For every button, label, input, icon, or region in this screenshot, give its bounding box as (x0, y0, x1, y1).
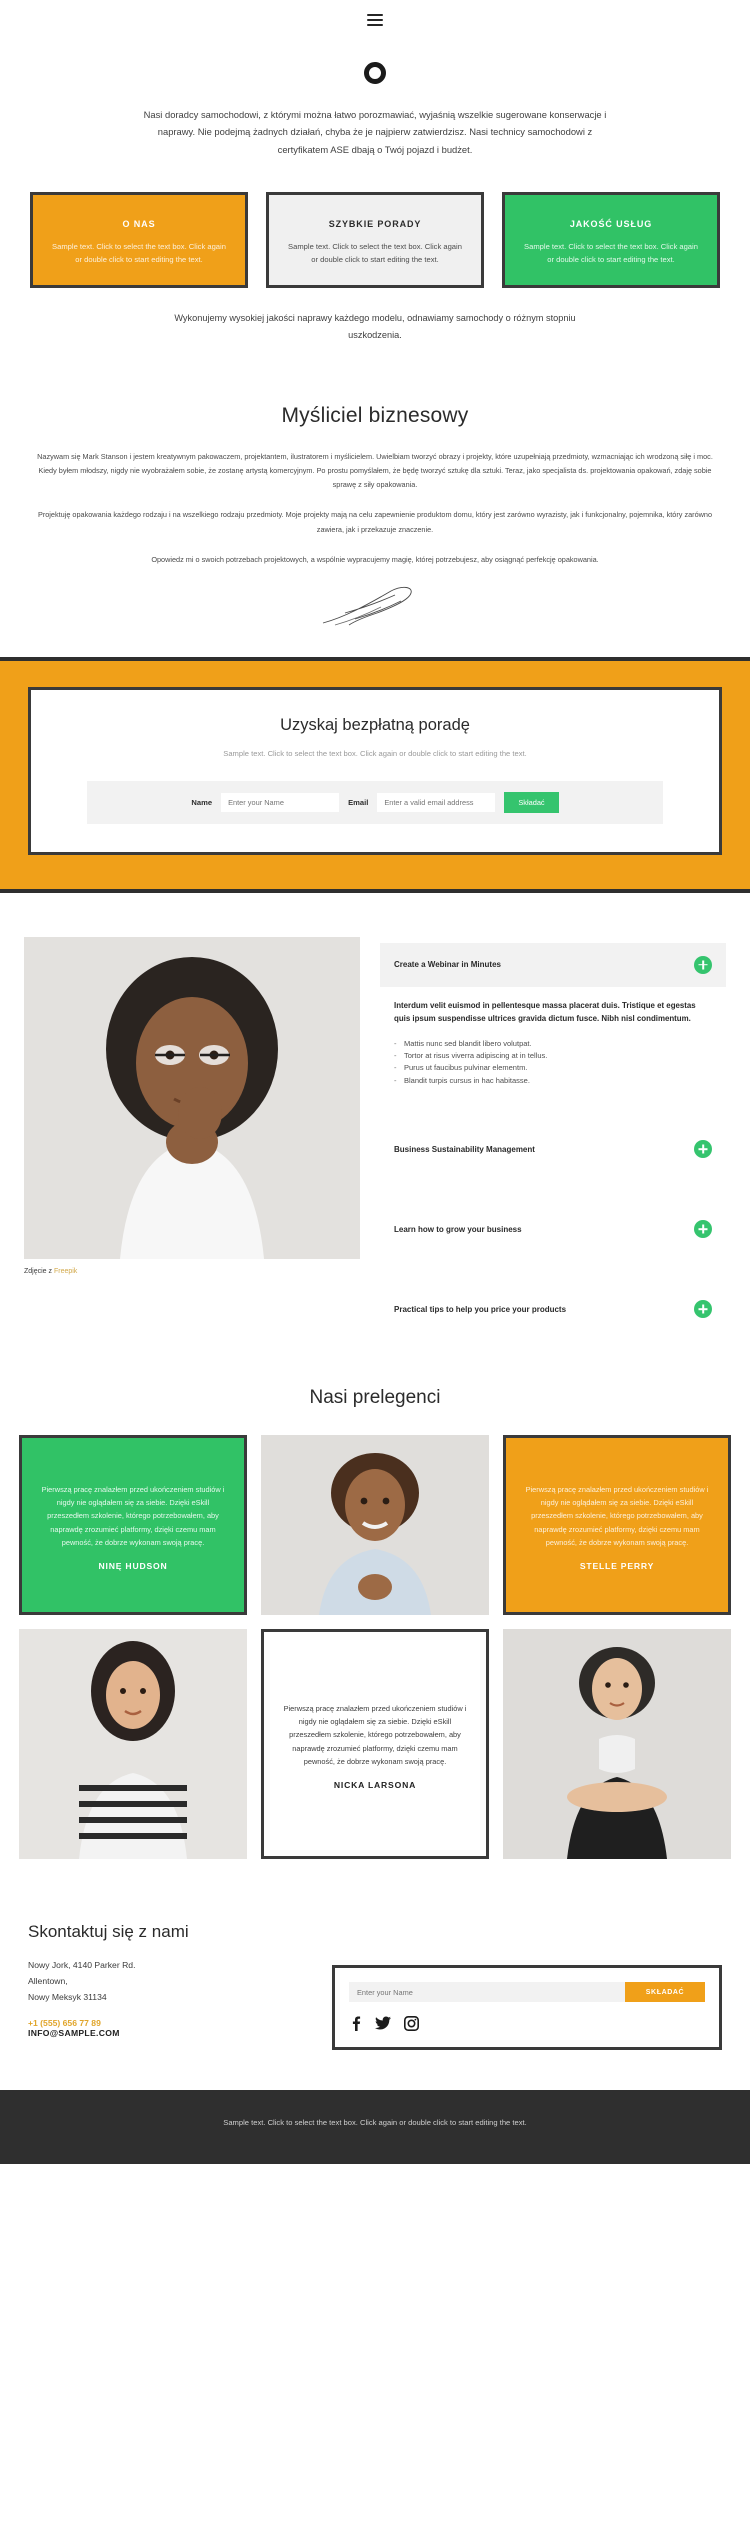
card-body: Sample text. Click to select the text bo… (288, 242, 462, 265)
advice-subtext: Sample text. Click to select the text bo… (223, 749, 527, 759)
name-input[interactable] (221, 792, 340, 812)
name-label: Name (191, 797, 213, 807)
plus-circle-icon[interactable] (694, 1140, 712, 1159)
plus-circle-icon[interactable] (694, 955, 712, 974)
social-links (349, 2015, 705, 2032)
card-title: SZYBKIE PORADY (328, 219, 422, 230)
photo-credit: Zdjęcie z Freepik (24, 1268, 360, 1275)
hero-paragraph: Nasi doradcy samochodowi, z którymi możn… (143, 109, 607, 155)
thinker-section: Myśliciel biznesowy Nazywam się Mark Sta… (0, 344, 750, 639)
advice-submit-button[interactable]: Składać (504, 791, 559, 813)
email-input[interactable] (377, 792, 496, 812)
card-o-nas[interactable]: O NAS Sample text. Click to select the t… (30, 192, 248, 288)
webinar-section: Zdjęcie z Freepik Create a Webinar in Mi… (0, 893, 750, 1331)
list-item: Blandit turpis cursus in hac habitasse. (394, 1075, 712, 1088)
advice-form: Name Email Składać (87, 780, 663, 824)
contact-phone[interactable]: +1 (555) 656 77 89 (28, 2018, 308, 2028)
accordion-item-title: Practical tips to help you price your pr… (394, 1304, 567, 1314)
accordion-item-3-header[interactable]: Practical tips to help you price your pr… (380, 1287, 726, 1331)
email-label: Email (348, 797, 369, 807)
speaker-name: NINĘ HUDSON (98, 1561, 168, 1572)
webinar-photo-column: Zdjęcie z Freepik (24, 936, 360, 1275)
list-item: Tortor at risus viverra adipiscing at in… (394, 1050, 712, 1063)
cards-note: Wykonujemy wysokiej jakości naprawy każd… (174, 312, 576, 340)
contact-email[interactable]: INFO@SAMPLE.COM (28, 2028, 308, 2038)
address-line-2: Allentown, (28, 1975, 68, 1986)
speakers-heading: Nasi prelegenci (309, 1387, 441, 1409)
subscribe-form: SKŁADAĆ (349, 1982, 705, 2003)
speaker-quote-text: Pierwszą pracę znalazłem przed ukończeni… (41, 1484, 225, 1548)
card-title: O NAS (122, 219, 156, 230)
instagram-icon[interactable] (404, 2015, 419, 2031)
thinker-paragraph-2: Projektuję opakowania każdego rodzaju i … (37, 510, 713, 534)
advice-heading: Uzyskaj bezpłatną poradę (280, 716, 470, 735)
freepik-link[interactable]: Freepik (54, 1268, 77, 1275)
address-line-3: Nowy Meksyk 31134 (28, 1991, 107, 2002)
accordion-item-title: Learn how to grow your business (394, 1224, 522, 1234)
woman-arms-crossed-photo (503, 1629, 731, 1860)
speakers-grid: Pierwszą pracę znalazłem przed ukończeni… (0, 1435, 750, 1860)
speaker-quote-nicka-larsona[interactable]: Pierwszą pracę znalazłem przed ukończeni… (261, 1629, 489, 1860)
footer-text: Sample text. Click to select the text bo… (223, 2118, 527, 2128)
twitter-icon[interactable] (375, 2015, 391, 2031)
accordion: Create a Webinar in Minutes Interdum vel… (380, 937, 726, 1331)
site-header (0, 0, 750, 40)
hero-section: Nasi doradcy samochodowi, z którymi możn… (0, 40, 750, 166)
speaker-quote-text: Pierwszą pracę znalazłem przed ukończeni… (283, 1703, 467, 1767)
woman-thinking-photo (24, 936, 360, 1259)
contact-heading: Skontaktuj się z nami (28, 1922, 189, 1942)
speaker-quote-nine-hudson[interactable]: Pierwszą pracę znalazłem przed ukończeni… (19, 1435, 247, 1616)
accordion-item-1-header[interactable]: Business Sustainability Management (380, 1127, 726, 1171)
signature-icon (315, 583, 435, 629)
facebook-icon[interactable] (349, 2015, 362, 2032)
advice-card: Uzyskaj bezpłatną poradę Sample text. Cl… (28, 687, 722, 855)
hamburger-menu-icon[interactable] (367, 11, 383, 29)
subscribe-name-input[interactable] (349, 1982, 625, 2003)
speaker-quote-text: Pierwszą pracę znalazłem przed ukończeni… (525, 1484, 709, 1548)
thinker-heading: Myśliciel biznesowy (281, 403, 469, 427)
circle-logo-icon (364, 62, 386, 84)
thinker-paragraph-1: Nazywam się Mark Stanson i jestem kreaty… (37, 451, 713, 490)
contact-section: Skontaktuj się z nami Nowy Jork, 4140 Pa… (0, 1859, 750, 2090)
contact-info: Skontaktuj się z nami Nowy Jork, 4140 Pa… (28, 1921, 308, 2038)
card-jakosc-uslug[interactable]: JAKOŚĆ USŁUG Sample text. Click to selec… (502, 192, 720, 288)
card-title: JAKOŚĆ USŁUG (569, 219, 653, 230)
list-item: Purus ut faucibus pulvinar elementm. (394, 1062, 712, 1075)
site-footer: Sample text. Click to select the text bo… (0, 2090, 750, 2164)
accordion-item-title: Create a Webinar in Minutes (394, 960, 501, 970)
subscribe-box: SKŁADAĆ (332, 1965, 722, 2051)
plus-circle-icon[interactable] (694, 1220, 712, 1239)
card-body: Sample text. Click to select the text bo… (52, 242, 226, 265)
accordion-item-0-body: Interdum velit euismod in pellentesque m… (380, 987, 726, 1091)
accordion-item-2-header[interactable]: Learn how to grow your business (380, 1207, 726, 1251)
credit-prefix: Zdjęcie z (24, 1267, 54, 1275)
speaker-name: NICKA LARSONA (333, 1780, 417, 1791)
speaker-quote-stelle-perry[interactable]: Pierwszą pracę znalazłem przed ukończeni… (503, 1435, 731, 1616)
feature-cards: O NAS Sample text. Click to select the t… (0, 166, 750, 288)
accordion-item-0-header[interactable]: Create a Webinar in Minutes (380, 942, 726, 987)
man-smiling-photo (261, 1435, 489, 1616)
address-line-1: Nowy Jork, 4140 Parker Rd. (28, 1960, 136, 1971)
woman-striped-shirt-photo (19, 1629, 247, 1860)
accordion-item-title: Business Sustainability Management (394, 1144, 535, 1154)
card-szybkie-porady[interactable]: SZYBKIE PORADY Sample text. Click to sel… (266, 192, 484, 288)
speaker-name: STELLE PERRY (579, 1561, 655, 1572)
list-item: Mattis nunc sed blandit libero volutpat. (394, 1038, 712, 1051)
subscribe-submit-button[interactable]: SKŁADAĆ (625, 1982, 705, 2003)
card-body: Sample text. Click to select the text bo… (524, 242, 698, 265)
thinker-paragraph-3: Opowiedz mi o swoich potrzebach projekto… (151, 554, 599, 564)
advice-band: Uzyskaj bezpłatną poradę Sample text. Cl… (0, 657, 750, 893)
accordion-lead: Interdum velit euismod in pellentesque m… (394, 1000, 696, 1024)
speakers-section: Nasi prelegenci Pierwszą pracę znalazłem… (0, 1331, 750, 1860)
plus-circle-icon[interactable] (694, 1300, 712, 1319)
accordion-bullet-list: Mattis nunc sed blandit libero volutpat.… (394, 1038, 712, 1088)
